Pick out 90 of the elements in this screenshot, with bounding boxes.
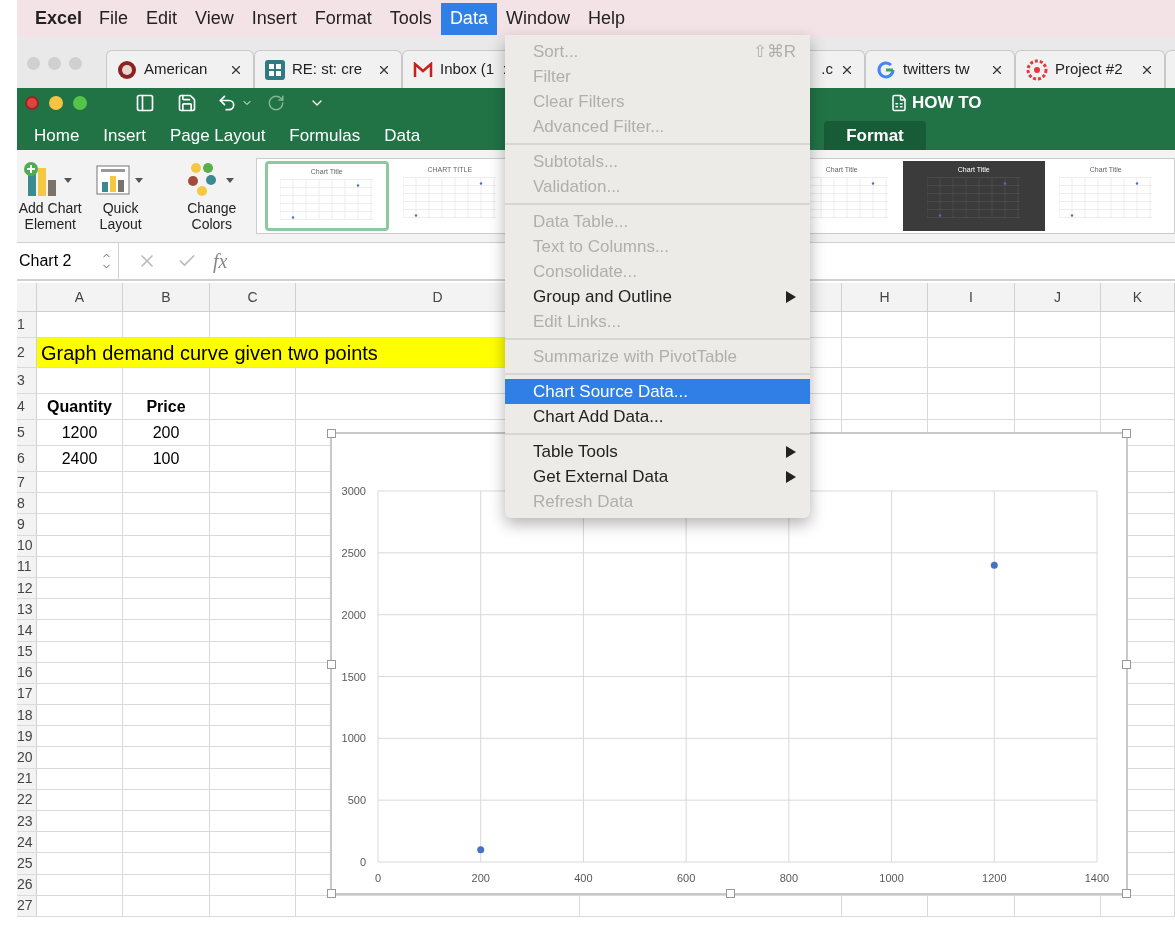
undo-icon[interactable]: [217, 92, 237, 113]
tab-title: .c: [821, 59, 833, 80]
ribbon-button[interactable]: Change Colors: [167, 160, 256, 232]
menu-bar-item[interactable]: File: [90, 2, 138, 35]
table-cell-text: 2400: [61, 448, 98, 469]
tab-title: American: [144, 59, 208, 80]
menu-bar-item[interactable]: Help: [578, 2, 634, 35]
starburst-icon: [1026, 58, 1048, 81]
ribbon-tab[interactable]: Data: [372, 121, 433, 150]
menu-bar-item[interactable]: Window: [496, 2, 579, 35]
column-label-cell-text: Quantity: [47, 396, 112, 417]
menu-bar-item[interactable]: Edit: [137, 2, 187, 35]
column-header[interactable]: H: [879, 286, 890, 308]
menu-bar-item[interactable]: View: [186, 2, 243, 35]
table-cell-text: 200: [152, 422, 180, 443]
y-tick-label: 3000: [341, 485, 366, 497]
menu-item[interactable]: Chart Source Data...: [505, 379, 810, 404]
spreadsheet-file-icon: [890, 93, 908, 112]
save-icon[interactable]: [177, 92, 197, 113]
data-point: [990, 561, 998, 569]
ribbon-button[interactable]: Add Chart Element: [17, 160, 84, 232]
browser-tab[interactable]: twitters tw: [865, 50, 1015, 88]
y-tick-label: 2000: [341, 608, 366, 621]
resize-handle[interactable]: [726, 889, 735, 898]
ribbon-tab[interactable]: Formulas: [277, 121, 373, 150]
y-tick-label: 500: [347, 794, 366, 807]
table-cell-text: 1200: [61, 422, 98, 443]
mail-icon: [413, 61, 433, 78]
column-header[interactable]: C: [247, 286, 258, 308]
menu-item[interactable]: Chart Add Data...: [505, 404, 810, 429]
menu-bar-item[interactable]: Format: [305, 2, 381, 35]
tab-title: RE: st: cre: [292, 59, 362, 80]
menu-bar-item[interactable]: Data: [440, 2, 497, 35]
y-tick-label: 1500: [341, 670, 366, 683]
menu-item[interactable]: Table Tools: [505, 439, 810, 464]
x-tick-label: 1400: [1084, 872, 1110, 884]
column-header[interactable]: D: [432, 286, 443, 308]
ribbon-button-label: Add Chart Element: [17, 200, 83, 232]
x-tick-label: 0: [374, 872, 382, 884]
g-letter-icon: [876, 59, 896, 80]
column-header[interactable]: A: [74, 286, 85, 308]
tab-title: Inbox (1: [440, 59, 495, 80]
x-tick-label: 1000: [879, 872, 904, 884]
y-tick-label: 1000: [341, 732, 366, 745]
resize-handle[interactable]: [1122, 889, 1131, 898]
name-box[interactable]: Chart 2: [17, 243, 119, 279]
ribbon-tab[interactable]: Page Layout: [157, 121, 278, 150]
browser-tab[interactable]: Project #2: [1015, 50, 1165, 88]
column-header[interactable]: B: [161, 286, 171, 308]
x-tick-label: 1200: [982, 872, 1007, 884]
name-box-value: Chart 2: [19, 251, 72, 271]
menu-bar-item[interactable]: Insert: [242, 2, 306, 35]
ribbon-tab[interactable]: Format: [824, 121, 926, 150]
table-cell-text: 100: [152, 448, 180, 469]
window-title: HOW TO: [912, 91, 982, 114]
resize-handle[interactable]: [1122, 429, 1131, 438]
sheet-title-cell-text: Graph demand curve given two points: [41, 340, 378, 366]
data-point: [477, 846, 485, 854]
ribbon-button-label: Change Colors: [186, 200, 238, 232]
browser-tab[interactable]: American: [106, 50, 254, 88]
column-label-cell-text: Price: [146, 396, 186, 417]
column-header[interactable]: J: [1054, 286, 1061, 308]
resize-handle[interactable]: [327, 889, 336, 898]
ribbon-button[interactable]: Quick Layout: [83, 160, 158, 232]
app-name[interactable]: Excel: [27, 5, 91, 32]
grid-icon: [265, 59, 285, 80]
ribbon-tab[interactable]: Insert: [91, 121, 158, 150]
column-header[interactable]: I: [969, 286, 973, 308]
seal-icon: [117, 59, 137, 80]
x-tick-label: 800: [779, 872, 799, 884]
browser-tab[interactable]: RE: st: cre: [254, 50, 402, 88]
insert-function-button[interactable]: fx: [213, 246, 228, 276]
tab-title: Project #2: [1055, 59, 1123, 80]
menu-item[interactable]: Get External Data: [505, 464, 810, 489]
ribbon-tab[interactable]: Home: [22, 121, 92, 150]
ribbon-button-label: Quick Layout: [98, 200, 143, 232]
menu-bar-item[interactable]: Tools: [380, 2, 441, 35]
tab-title: twitters tw: [903, 59, 970, 80]
y-tick-label: 2500: [341, 546, 366, 559]
resize-handle[interactable]: [327, 660, 336, 669]
x-tick-label: 400: [574, 872, 593, 884]
y-tick-label: 0: [359, 856, 366, 868]
sidebar-icon[interactable]: [135, 92, 155, 113]
x-tick-label: 200: [471, 872, 490, 884]
resize-handle[interactable]: [1122, 660, 1131, 669]
menu-item[interactable]: Group and Outline: [505, 284, 810, 309]
x-tick-label: 600: [676, 872, 696, 884]
redo-icon[interactable]: [267, 93, 285, 112]
column-header[interactable]: K: [1132, 286, 1143, 308]
resize-handle[interactable]: [327, 429, 336, 438]
